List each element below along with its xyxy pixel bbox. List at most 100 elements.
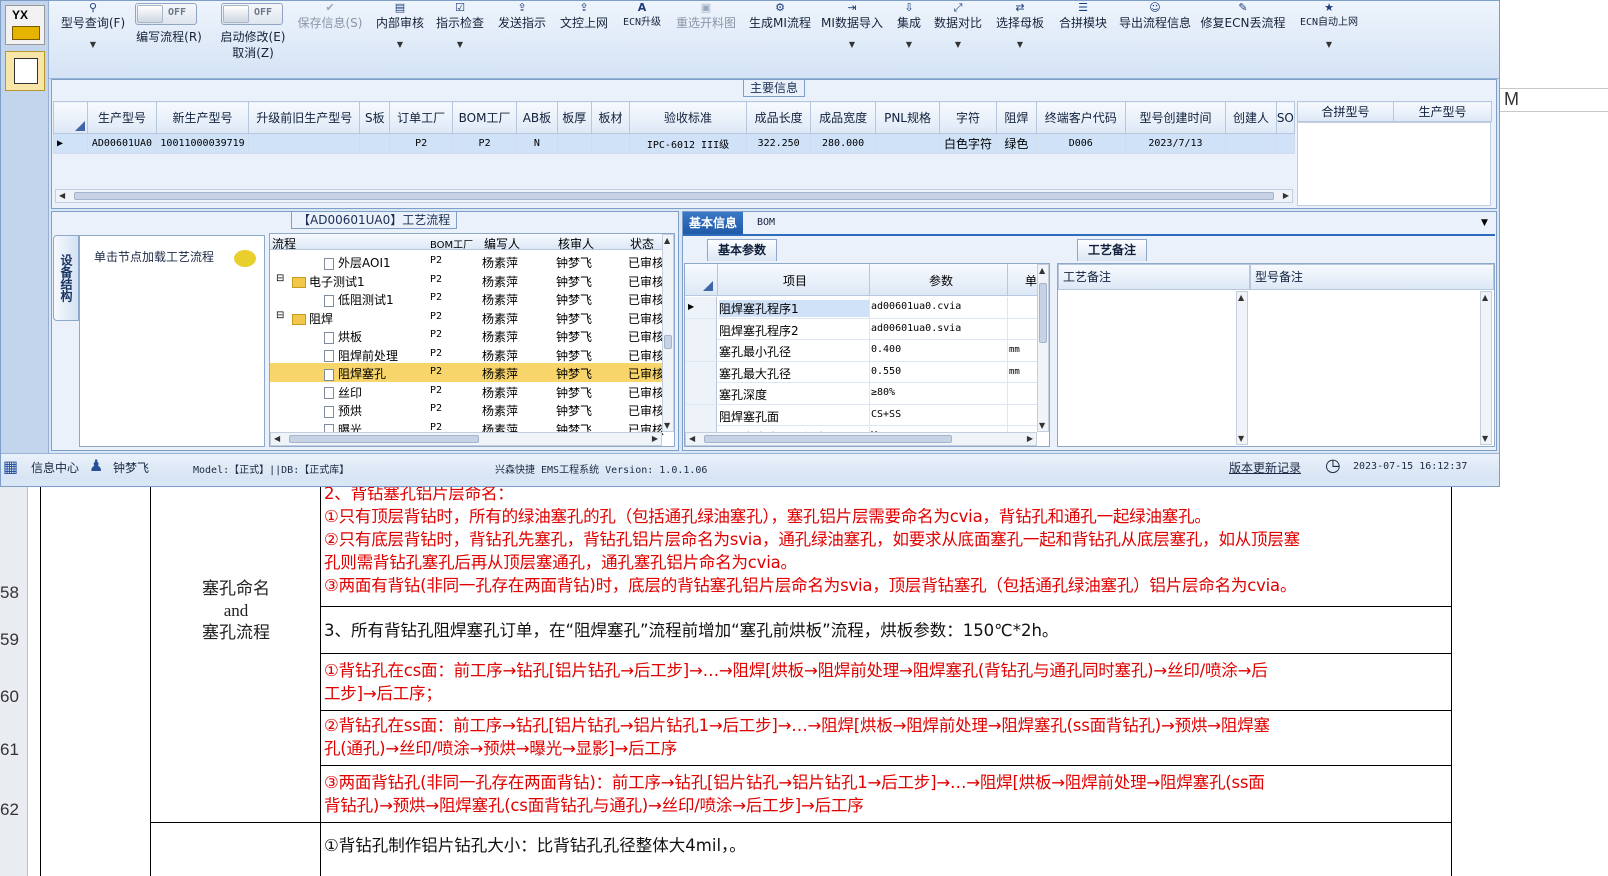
- tree-hscroll[interactable]: ◀ ▶: [270, 432, 662, 446]
- column-header[interactable]: 阻焊: [995, 101, 1037, 134]
- model-notes-vscroll[interactable]: ▲ ▼: [1480, 291, 1492, 445]
- cancel-edit-button[interactable]: 取消(Z): [213, 45, 293, 61]
- param-row[interactable]: 塞孔深度 ≥80%: [685, 383, 1037, 405]
- column-header[interactable]: 成品长度: [745, 101, 812, 134]
- scroll-down-icon[interactable]: ▼: [1482, 434, 1488, 443]
- column-header[interactable]: 板材: [590, 101, 631, 134]
- param-value[interactable]: CS+SS: [871, 409, 901, 420]
- scroll-thumb[interactable]: [289, 435, 479, 443]
- mi-import-button[interactable]: ⇥ MI数据导入 ▼: [819, 1, 885, 49]
- param-row[interactable]: 阻焊塞孔面 CS+SS: [685, 404, 1037, 426]
- table-cell[interactable]: IPC-6012 III级: [629, 133, 747, 154]
- scroll-right-icon[interactable]: ▶: [1283, 191, 1289, 200]
- generate-mi-button[interactable]: ⚙ 生成MI流程: [745, 1, 815, 31]
- subtab-process-notes[interactable]: 工艺备注: [1077, 239, 1148, 261]
- scroll-left-icon[interactable]: ◀: [689, 434, 695, 443]
- tree-row[interactable]: 烘板 P2 杨素萍 钟梦飞 已审核: [270, 326, 664, 345]
- collapse-icon[interactable]: ⊟: [276, 273, 284, 284]
- start-edit-toggle[interactable]: OFF: [221, 3, 283, 25]
- scroll-up-icon[interactable]: ▲: [1238, 293, 1244, 302]
- tree-row[interactable]: ⊟ 电子测试1 P2 杨素萍 钟梦飞 已审核: [270, 271, 664, 290]
- params-vscroll[interactable]: ▲ ▼: [1037, 264, 1049, 432]
- save-info-button[interactable]: ✔ 保存信息(S): [295, 1, 365, 31]
- scroll-up-icon[interactable]: ▲: [664, 236, 670, 245]
- column-header[interactable]: 字符: [939, 101, 997, 134]
- column-header[interactable]: S板: [359, 101, 391, 134]
- reselect-cutting-button[interactable]: ▣ 重选开料图: [673, 1, 739, 31]
- export-flow-button[interactable]: ☺ 导出流程信息: [1115, 1, 1195, 31]
- param-value[interactable]: ad00601ua0.svia: [871, 323, 961, 334]
- tab-bom[interactable]: BOM: [757, 212, 775, 234]
- grid-menu-icon[interactable]: ▦: [3, 457, 18, 476]
- column-header[interactable]: AB板: [516, 101, 558, 134]
- scroll-down-icon[interactable]: ▼: [1039, 421, 1045, 430]
- scroll-thumb[interactable]: [664, 335, 672, 349]
- scroll-left-icon[interactable]: ◀: [274, 434, 280, 443]
- column-header[interactable]: 成品宽度: [810, 101, 876, 134]
- integrate-button[interactable]: ⇩ 集成 ▼: [889, 1, 929, 49]
- table-cell[interactable]: 280.000: [810, 133, 876, 154]
- column-header[interactable]: 生产型号: [1393, 101, 1492, 122]
- table-cell[interactable]: [359, 133, 391, 154]
- column-header[interactable]: 生产型号: [87, 101, 157, 134]
- column-header[interactable]: 升级前旧生产型号: [248, 101, 361, 134]
- scroll-right-icon[interactable]: ▶: [652, 434, 658, 443]
- instruction-check-button[interactable]: ☑ 指示检查 ▼: [431, 1, 489, 49]
- scroll-thumb[interactable]: [704, 435, 952, 443]
- column-header[interactable]: 新生产型号: [155, 101, 250, 134]
- param-row[interactable]: ▶ 阻焊塞孔程序1 ad00601ua0.cvia: [685, 297, 1037, 319]
- scroll-thumb[interactable]: [1039, 283, 1047, 343]
- subtab-basic-params[interactable]: 基本参数: [707, 239, 778, 261]
- column-header[interactable]: 状态: [630, 235, 654, 252]
- panel-menu-chevron-icon[interactable]: ▼: [1481, 218, 1488, 228]
- column-header[interactable]: 订单工厂: [389, 101, 453, 134]
- ecn-upgrade-button[interactable]: A ECN升级: [615, 1, 669, 31]
- column-header[interactable]: 验收标准: [629, 101, 747, 134]
- scroll-left-icon[interactable]: ◀: [59, 191, 65, 200]
- column-header[interactable]: SO: [1275, 101, 1296, 134]
- scroll-up-icon[interactable]: ▲: [1482, 293, 1488, 302]
- scroll-down-icon[interactable]: ▼: [664, 421, 670, 430]
- send-instruction-button[interactable]: ⇪ 发送指示: [493, 1, 551, 31]
- params-hscroll[interactable]: ◀ ▶: [685, 432, 1037, 446]
- table-cell[interactable]: [590, 133, 631, 154]
- scroll-right-icon[interactable]: ▶: [1027, 434, 1033, 443]
- table-cell[interactable]: [1275, 133, 1296, 154]
- param-value[interactable]: ad00601ua0.cvia: [871, 301, 961, 312]
- param-value[interactable]: 0.400: [871, 344, 901, 355]
- column-header[interactable]: 项目: [783, 272, 807, 289]
- device-structure-tab[interactable]: 设备结构: [53, 235, 79, 321]
- process-notes-input[interactable]: [1059, 291, 1249, 445]
- tree-row[interactable]: 丝印 P2 杨素萍 钟梦飞 已审核: [270, 382, 664, 401]
- column-header[interactable]: 流程: [272, 235, 296, 252]
- tree-row[interactable]: 外层AOI1 P2 杨素萍 钟梦飞 已审核: [270, 252, 664, 271]
- column-header[interactable]: BOM工厂: [430, 236, 473, 251]
- scroll-down-icon[interactable]: ▼: [1238, 434, 1244, 443]
- column-header[interactable]: 终端客户代码: [1035, 101, 1126, 134]
- table-cell[interactable]: 10011000039719: [155, 133, 250, 154]
- column-header[interactable]: 参数: [929, 272, 953, 289]
- table-cell[interactable]: [1225, 133, 1277, 154]
- column-header[interactable]: 创建人: [1225, 101, 1277, 134]
- tree-row[interactable]: ⊟ 阻焊 P2 杨素萍 钟梦飞 已审核: [270, 308, 664, 327]
- table-cell[interactable]: D006: [1035, 133, 1126, 154]
- data-compare-button[interactable]: ⤢ 数据对比 ▼: [931, 1, 985, 49]
- table-cell[interactable]: [248, 133, 361, 154]
- model-notes-input[interactable]: [1251, 291, 1493, 445]
- table-cell[interactable]: N: [516, 133, 558, 154]
- param-value[interactable]: 0.550: [871, 366, 901, 377]
- table-cell[interactable]: 白色字符: [939, 133, 997, 154]
- internal-review-button[interactable]: ▤ 内部审核 ▼: [371, 1, 429, 49]
- table-cell[interactable]: 322.250: [745, 133, 812, 154]
- table-cell[interactable]: [556, 133, 592, 154]
- tab-basic-info[interactable]: 基本信息: [683, 212, 744, 234]
- param-row[interactable]: 塞孔最大孔径 0.550 mm: [685, 361, 1037, 383]
- table-row[interactable]: ▶ AD00601UA0 10011000039719 P2 P2 N IPC-…: [52, 133, 1296, 154]
- tree-row[interactable]: 低阻测试1 P2 杨素萍 钟梦飞 已审核: [270, 289, 664, 308]
- table-cell[interactable]: 2023/7/13: [1124, 133, 1227, 154]
- process-notes-vscroll[interactable]: ▲ ▼: [1236, 291, 1248, 445]
- merge-module-button[interactable]: ☰ 合拼模块: [1053, 1, 1113, 31]
- column-header[interactable]: 单: [1025, 272, 1037, 289]
- collapse-icon[interactable]: ⊟: [276, 310, 284, 321]
- column-header[interactable]: 编写人: [484, 235, 520, 252]
